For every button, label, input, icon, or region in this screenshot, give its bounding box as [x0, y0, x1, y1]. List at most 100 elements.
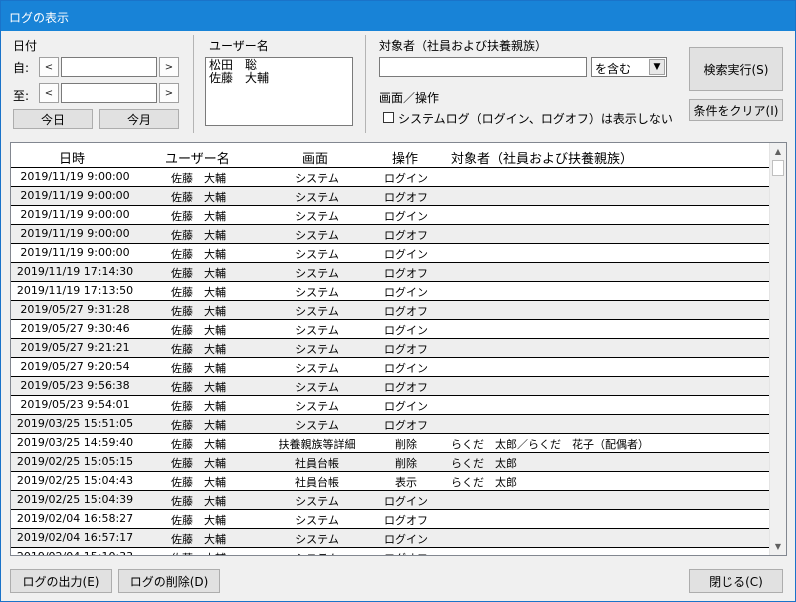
cell-datetime: 2019/05/27 9:21:21 — [20, 341, 130, 354]
table-row[interactable]: 2019/05/27 9:30:46 佐藤 大輔 システム ログイン — [11, 319, 771, 338]
cell-operation: ログオフ — [384, 229, 428, 242]
table-row[interactable]: 2019/11/19 9:00:00 佐藤 大輔 システム ログオフ — [11, 224, 771, 243]
scroll-down-icon[interactable]: ▼ — [770, 538, 786, 555]
cell-operation: 表示 — [395, 476, 417, 489]
export-log-button[interactable]: ログの出力(E) — [10, 569, 112, 593]
cell-screen: システム — [295, 324, 339, 337]
column-header-user[interactable]: ユーザー名 — [165, 148, 230, 167]
cell-operation: ログオフ — [384, 343, 428, 356]
cell-user: 佐藤 大輔 — [171, 457, 226, 470]
cell-screen: システム — [251, 550, 383, 555]
cell-datetime: 2019/03/25 14:59:40 — [16, 436, 134, 449]
cell-user: 佐藤 大輔 — [171, 550, 251, 555]
cell-datetime: 2019/11/19 9:00:00 — [20, 189, 130, 202]
cell-datetime: 2019/11/19 9:00:00 — [20, 246, 130, 259]
table-row[interactable]: 2019/02/25 15:04:39 佐藤 大輔 システム ログイン — [11, 490, 771, 509]
clear-conditions-button[interactable]: 条件をクリア(I) — [689, 99, 783, 121]
chevron-down-icon[interactable]: ▼ — [649, 59, 665, 75]
cell-screen: 社員台帳 — [295, 476, 339, 489]
cell-operation: ログイン — [384, 172, 428, 185]
to-prev-button[interactable]: < — [39, 83, 59, 103]
column-header-operation[interactable]: 操作 — [392, 148, 418, 167]
today-button[interactable]: 今日 — [13, 109, 93, 129]
user-list-item[interactable]: 佐藤 大輔 — [209, 72, 349, 85]
table-row[interactable]: 2019/11/19 17:14:30 佐藤 大輔 システム ログオフ — [11, 262, 771, 281]
cell-screen: システム — [295, 267, 339, 280]
table-row[interactable]: 2019/11/19 17:13:50 佐藤 大輔 システム ログイン — [11, 281, 771, 300]
cell-user: 佐藤 大輔 — [171, 419, 226, 432]
cell-screen: システム — [295, 343, 339, 356]
cell-operation: ログオフ — [384, 305, 428, 318]
separator — [193, 35, 194, 133]
table-row[interactable]: 2019/11/19 9:00:00 佐藤 大輔 システム ログイン — [11, 205, 771, 224]
from-prev-button[interactable]: < — [39, 57, 59, 77]
cell-operation: ログイン — [384, 210, 428, 223]
column-header-target[interactable]: 対象者（社員および扶養親族） — [451, 148, 633, 167]
scroll-thumb[interactable] — [772, 160, 784, 176]
cell-screen: システム — [295, 229, 339, 242]
cell-user: 佐藤 大輔 — [171, 229, 226, 242]
cell-user: 佐藤 大輔 — [171, 514, 226, 527]
log-table[interactable]: 日時 ユーザー名 画面 操作 対象者（社員および扶養親族） 2019/11/19… — [10, 142, 787, 556]
search-button[interactable]: 検索実行(S) — [689, 47, 783, 91]
table-row[interactable]: 2019/02/04 16:58:27 佐藤 大輔 システム ログオフ — [11, 509, 771, 528]
cell-operation: ログオフ — [384, 267, 428, 280]
cell-screen: システム — [295, 419, 339, 432]
table-row[interactable]: 2019/02/25 15:05:15 佐藤 大輔 社員台帳 削除 らくだ 太郎 — [11, 452, 771, 471]
match-option-value: を含む — [595, 62, 632, 76]
system-log-checkbox[interactable] — [383, 112, 394, 123]
to-date-input[interactable] — [61, 83, 157, 103]
system-log-checkbox-label[interactable]: システムログ（ログイン、ログオフ）は表示しない — [398, 110, 673, 127]
table-row[interactable]: 2019/02/04 16:57:17 佐藤 大輔 システム ログイン — [11, 528, 771, 547]
target-input[interactable] — [379, 57, 587, 77]
target-label: 対象者（社員および扶養親族） — [379, 39, 548, 53]
cell-datetime: 2019/03/25 15:51:05 — [16, 417, 134, 430]
to-next-button[interactable]: > — [159, 83, 179, 103]
table-row[interactable]: 2019/03/25 15:51:05 佐藤 大輔 システム ログオフ — [11, 414, 771, 433]
cell-screen: システム — [295, 400, 339, 413]
cell-user: 佐藤 大輔 — [171, 286, 226, 299]
table-row[interactable]: 2019/03/25 14:59:40 佐藤 大輔 扶養親族等詳細 削除 らくだ 太郎／… — [11, 433, 771, 452]
scroll-up-icon[interactable]: ▲ — [770, 143, 786, 160]
table-row[interactable]: 2019/05/23 9:54:01 佐藤 大輔 システム ログイン — [11, 395, 771, 414]
from-date-input[interactable] — [61, 57, 157, 77]
cell-target: らくだ 太郎／らくだ 花子（配偶者） — [451, 438, 649, 451]
table-row[interactable]: 2019/02/25 15:04:43 佐藤 大輔 社員台帳 表示 らくだ 太郎 — [11, 471, 771, 490]
cell-operation: ログオフ — [384, 191, 428, 204]
cell-datetime: 2019/05/27 9:31:28 — [20, 303, 130, 316]
table-row[interactable]: 2019/05/23 9:56:38 佐藤 大輔 システム ログオフ — [11, 376, 771, 395]
from-next-button[interactable]: > — [159, 57, 179, 77]
cell-operation: ログオフ — [371, 550, 441, 555]
delete-log-button[interactable]: ログの削除(D) — [118, 569, 220, 593]
table-row[interactable]: 2019/11/19 9:00:00 佐藤 大輔 システム ログオフ — [11, 186, 771, 205]
cell-screen: システム — [295, 248, 339, 261]
user-label: ユーザー名 — [209, 39, 269, 53]
cell-datetime: 2019/02/25 15:05:15 — [16, 455, 134, 468]
cell-user: 佐藤 大輔 — [171, 191, 226, 204]
table-row[interactable]: 2019/05/27 9:31:28 佐藤 大輔 システム ログオフ — [11, 300, 771, 319]
close-button[interactable]: 閉じる(C) — [689, 569, 783, 593]
cell-screen: システム — [295, 533, 339, 546]
table-row[interactable]: 2019/02/04 15:10:33 佐藤 大輔システムログオフ — [11, 547, 771, 555]
table-row[interactable]: 2019/05/27 9:20:54 佐藤 大輔 システム ログイン — [11, 357, 771, 376]
date-label: 日付 — [13, 39, 38, 53]
column-header-datetime[interactable]: 日時 — [59, 148, 85, 167]
table-row[interactable]: 2019/05/27 9:21:21 佐藤 大輔 システム ログオフ — [11, 338, 771, 357]
user-listbox[interactable]: 松田 聡 佐藤 大輔 — [205, 57, 353, 126]
cell-operation: ログオフ — [384, 381, 428, 394]
cell-screen: システム — [295, 495, 339, 508]
this-month-button[interactable]: 今月 — [99, 109, 179, 129]
cell-operation: ログイン — [384, 362, 428, 375]
cell-user: 佐藤 大輔 — [171, 210, 226, 223]
cell-datetime: 2019/02/04 15:10:33 — [11, 550, 139, 555]
cell-user: 佐藤 大輔 — [171, 438, 226, 451]
column-header-screen[interactable]: 画面 — [302, 148, 328, 167]
log-viewer-window: ログの表示 日付 自: < > 至: < > 今日 今月 ユーザー名 松田 聡 … — [0, 0, 796, 602]
match-option-select[interactable]: を含む ▼ — [591, 57, 667, 77]
cell-user: 佐藤 大輔 — [171, 381, 226, 394]
vertical-scrollbar[interactable]: ▲ ▼ — [769, 143, 786, 555]
table-row[interactable]: 2019/11/19 9:00:00 佐藤 大輔 システム ログイン — [11, 243, 771, 262]
table-row[interactable]: 2019/11/19 9:00:00 佐藤 大輔 システム ログイン — [11, 167, 771, 186]
cell-user: 佐藤 大輔 — [171, 172, 226, 185]
cell-datetime: 2019/05/23 9:54:01 — [20, 398, 130, 411]
